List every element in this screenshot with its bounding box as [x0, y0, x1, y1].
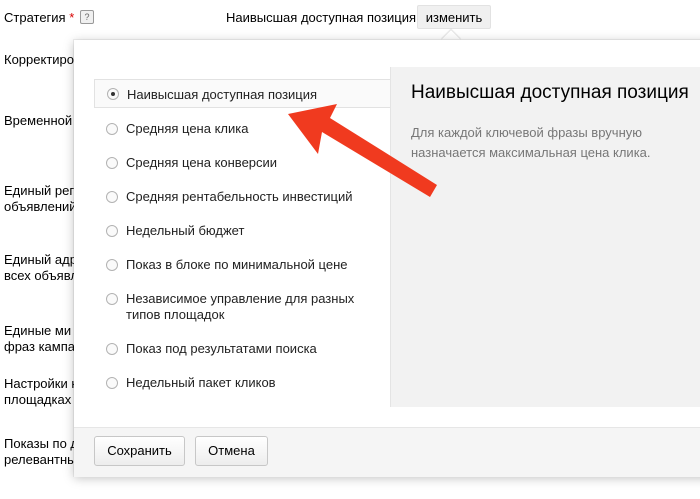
- strategy-option-label: Средняя цена клика: [126, 121, 249, 136]
- radio-button[interactable]: [106, 293, 118, 305]
- strategy-option-label: Недельный бюджет: [126, 223, 245, 238]
- popup-footer: Сохранить Отмена: [74, 427, 700, 477]
- bg-label-relevant-2: релевантны: [4, 452, 77, 467]
- strategy-detail-title: Наивысшая доступная позиция: [411, 82, 689, 103]
- strategy-option-label: Независимое управление для разных типов …: [126, 291, 355, 322]
- strategy-option-label: Средняя рентабельность инвестиций: [126, 189, 353, 204]
- bg-label-platforms-2: площадках: [4, 392, 72, 407]
- strategy-label: Стратегия *: [4, 10, 75, 25]
- required-mark: *: [69, 10, 75, 25]
- strategy-option-independent-management[interactable]: Независимое управление для разных типов …: [94, 291, 390, 325]
- strategy-option-highest-position[interactable]: Наивысшая доступная позиция: [94, 79, 390, 108]
- strategy-option-below-search-results[interactable]: Показ под результатами поиска: [94, 341, 390, 359]
- radio-button[interactable]: [106, 123, 118, 135]
- strategy-option-weekly-budget[interactable]: Недельный бюджет: [94, 223, 390, 241]
- strategy-option-label: Средняя цена конверсии: [126, 155, 278, 170]
- strategy-detail-description: Для каждой ключевой фразы вручную назнач…: [411, 125, 651, 160]
- strategy-option-label: Наивысшая доступная позиция: [127, 87, 318, 102]
- strategy-option-avg-cpa[interactable]: Средняя цена конверсии: [94, 155, 390, 173]
- radio-button[interactable]: [107, 88, 119, 100]
- strategy-option-avg-roi[interactable]: Средняя рентабельность инвестиций: [94, 189, 390, 207]
- save-button[interactable]: Сохранить: [94, 436, 185, 466]
- bg-label-adjustments: Корректиро: [4, 52, 75, 67]
- bg-label-region-1: Единый рег: [4, 183, 75, 198]
- strategy-option-avg-cpc[interactable]: Средняя цена клика: [94, 121, 390, 139]
- radio-button[interactable]: [106, 225, 118, 237]
- bg-label-minus-phrases-1: Единые ми: [4, 323, 72, 338]
- bg-label-relevant-1: Показы по д: [4, 436, 79, 451]
- strategy-option-label: Показ под результатами поиска: [126, 341, 317, 356]
- bg-label-region-2: объявлений: [4, 199, 77, 214]
- cancel-button[interactable]: Отмена: [195, 436, 268, 466]
- radio-button[interactable]: [106, 377, 118, 389]
- bg-label-address-2: всех объявл: [4, 268, 78, 283]
- bg-label-platforms-1: Настройки н: [4, 376, 79, 391]
- radio-button[interactable]: [106, 191, 118, 203]
- strategy-value: Наивысшая доступная позиция: [226, 10, 417, 25]
- strategy-option-label: Недельный пакет кликов: [126, 375, 276, 390]
- bg-label-minus-phrases-2: фраз кампа: [4, 339, 75, 354]
- change-strategy-button[interactable]: изменить: [417, 5, 491, 29]
- strategy-option-weekly-clicks-package[interactable]: Недельный пакет кликов: [94, 375, 390, 393]
- radio-button[interactable]: [106, 343, 118, 355]
- strategy-popup: Наивысшая доступная позиция Средняя цена…: [74, 40, 700, 477]
- help-icon[interactable]: ?: [80, 10, 94, 24]
- strategy-detail-panel: Наивысшая доступная позиция Для каждой к…: [390, 67, 700, 407]
- strategy-option-min-price-block[interactable]: Показ в блоке по минимальной цене: [94, 257, 390, 275]
- radio-button[interactable]: [106, 259, 118, 271]
- bg-label-address-1: Единый адр: [4, 252, 77, 267]
- bg-label-time-targeting: Временной: [4, 113, 73, 128]
- radio-button[interactable]: [106, 157, 118, 169]
- strategy-option-label: Показ в блоке по минимальной цене: [126, 257, 348, 272]
